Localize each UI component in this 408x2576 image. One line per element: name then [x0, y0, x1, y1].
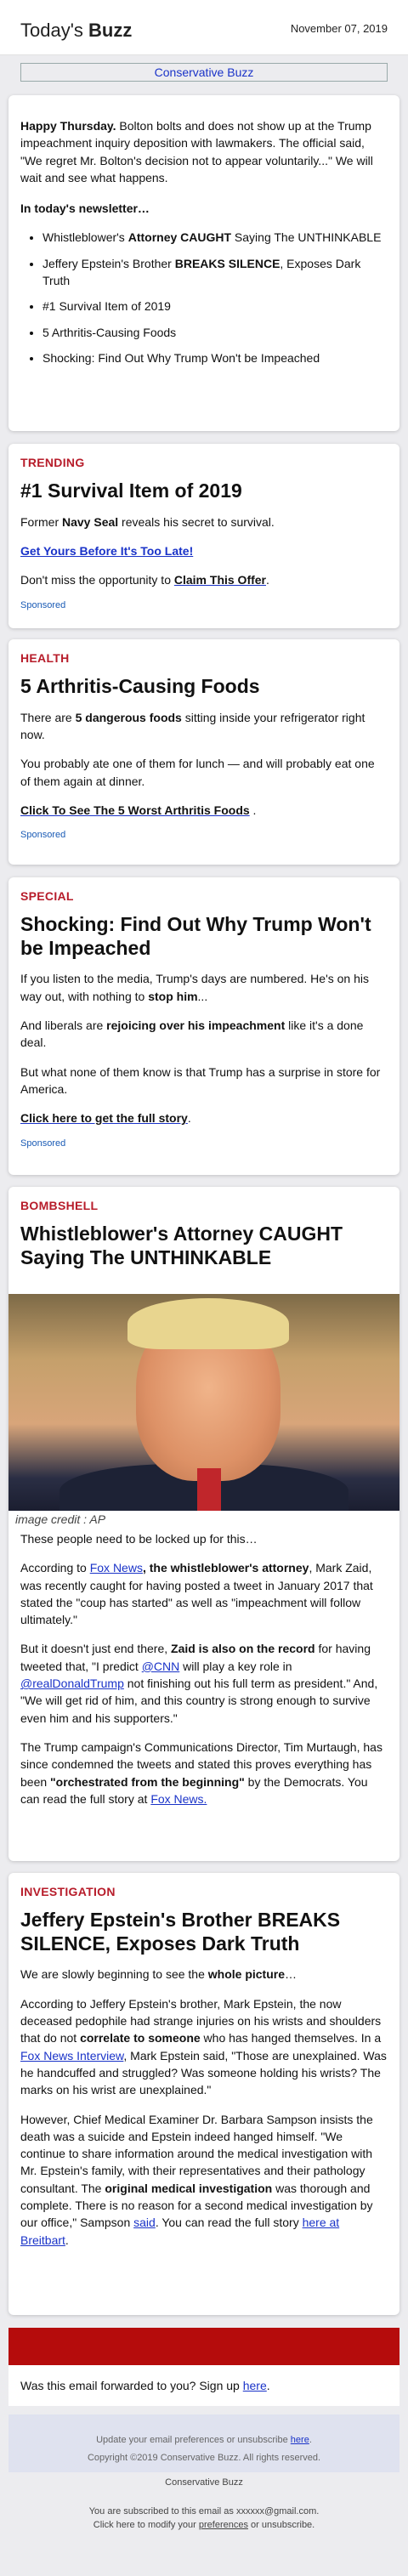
- sponsored-label: Sponsored: [20, 1138, 66, 1149]
- newsletter-list: Whistleblower's Attorney CAUGHT Saying T…: [20, 229, 388, 366]
- trending-paragraph: Former Navy Seal reveals his secret to s…: [20, 514, 275, 529]
- sponsored-label: Sponsored: [20, 830, 66, 841]
- trending-card: TRENDING #1 Survival Item of 2019 Former…: [8, 444, 400, 628]
- section-kicker: INVESTIGATION: [20, 1885, 116, 1898]
- bombshell-paragraph-1: According to Fox News, the whistleblower…: [20, 1561, 373, 1627]
- section-title: Shocking: Find Out Why Trump Won't be Im…: [20, 913, 371, 959]
- health-paragraph: There are 5 dangerous foods sitting insi…: [20, 710, 366, 742]
- list-item: Whistleblower's Attorney CAUGHT Saying T…: [42, 229, 388, 246]
- claim-offer-link[interactable]: Claim This Offer: [174, 573, 266, 587]
- health-card: HEALTH 5 Arthritis-Causing Foods There a…: [8, 639, 400, 865]
- issue-date: November 07, 2019: [290, 22, 388, 35]
- investigation-card: INVESTIGATION Jeffery Epstein's Brother …: [8, 1873, 400, 2315]
- greeting: Happy Thursday.: [20, 119, 116, 133]
- special-paragraph: If you listen to the media, Trump's days…: [20, 972, 369, 1003]
- list-item: 5 Arthritis-Causing Foods: [42, 324, 388, 341]
- special-paragraph-3: But what none of them know is that Trump…: [20, 1064, 381, 1096]
- bombshell-paragraph-3: The Trump campaign's Communications Dire…: [20, 1739, 382, 1806]
- realdonaldtrump-link[interactable]: @realDonaldTrump: [20, 1677, 124, 1690]
- list-item: #1 Survival Item of 2019: [42, 298, 388, 315]
- footer-box: Update your email preferences or unsubsc…: [8, 2414, 400, 2472]
- section-title: #1 Survival Item of 2019: [20, 479, 242, 502]
- copyright: Copyright ©2019 Conservative Buzz. All r…: [87, 2452, 321, 2463]
- forwarded-note: Was this email forwarded to you? Sign up…: [8, 2365, 400, 2406]
- list-item: Shocking: Find Out Why Trump Won't be Im…: [42, 349, 388, 366]
- trending-offer: Don't miss the opportunity to Claim This…: [20, 573, 269, 587]
- fox-news-link-2[interactable]: Fox News.: [150, 1792, 207, 1806]
- banner-image[interactable]: Conservative Buzz: [20, 63, 388, 82]
- divider-band: [8, 2328, 400, 2365]
- intro-card: Happy Thursday. Bolton bolts and does no…: [8, 95, 400, 431]
- investigation-paragraph-1: We are slowly beginning to see the whole…: [20, 1967, 297, 1982]
- special-card: SPECIAL Shocking: Find Out Why Trump Won…: [8, 877, 400, 1175]
- bombshell-paragraph-2: But it doesn't just end there, Zaid is a…: [20, 1642, 378, 1725]
- list-item: Jeffery Epstein's Brother BREAKS SILENCE…: [42, 255, 388, 290]
- investigation-paragraph-2: According to Jeffery Epstein's brother, …: [20, 1996, 387, 2097]
- fox-news-link[interactable]: Fox News: [90, 1561, 143, 1575]
- said-link[interactable]: said: [133, 2216, 156, 2229]
- section-title: Jeffery Epstein's Brother BREAKS SILENCE…: [20, 1909, 341, 1955]
- brand-logo[interactable]: Today's Buzz: [20, 17, 132, 44]
- subscribed-line: You are subscribed to this email as xxxx…: [88, 2506, 320, 2516]
- section-title: Whistleblower's Attorney CAUGHT Saying T…: [20, 1223, 343, 1268]
- preferences-line: Update your email preferences or unsubsc…: [96, 2435, 312, 2445]
- intro-paragraph: Happy Thursday. Bolton bolts and does no…: [20, 117, 388, 186]
- section-kicker: BOMBSHELL: [20, 1199, 99, 1212]
- signup-link[interactable]: here: [243, 2379, 267, 2392]
- special-paragraph-2: And liberals are rejoicing over his impe…: [20, 1018, 364, 1050]
- full-story-link[interactable]: Click here to get the full story: [20, 1111, 188, 1125]
- brand-name: Buzz: [88, 20, 133, 41]
- brand-prefix: Today's: [20, 20, 89, 41]
- cnn-link[interactable]: @CNN: [142, 1660, 180, 1673]
- bombshell-lead: These people need to be locked up for th…: [20, 1532, 258, 1546]
- modify-line: Click here to modify your preferences or…: [93, 2520, 315, 2530]
- section-kicker: SPECIAL: [20, 889, 74, 903]
- trending-cta-link[interactable]: Get Yours Before It's Too Late!: [20, 544, 193, 558]
- image-credit: image credit : AP: [12, 1511, 110, 1529]
- preferences-link[interactable]: preferences: [199, 2520, 248, 2530]
- newsletter-heading: In today's newsletter…: [20, 201, 150, 216]
- investigation-paragraph-3: However, Chief Medical Examiner Dr. Barb…: [20, 2112, 373, 2247]
- health-paragraph-2: You probably ate one of them for lunch —…: [20, 757, 375, 788]
- footer-brand: Conservative Buzz: [165, 2477, 243, 2488]
- section-title: 5 Arthritis-Causing Foods: [20, 675, 260, 698]
- sponsored-label: Sponsored: [20, 599, 66, 610]
- email-header: Today's Buzz November 07, 2019: [0, 0, 408, 55]
- unsubscribe-link[interactable]: here: [291, 2435, 309, 2445]
- trump-photo: [8, 1294, 400, 1511]
- section-kicker: TRENDING: [20, 456, 85, 469]
- arthritis-foods-link[interactable]: Click To See The 5 Worst Arthritis Foods: [20, 803, 250, 817]
- fox-news-interview-link[interactable]: Fox News Interview: [20, 2049, 123, 2063]
- section-kicker: HEALTH: [20, 651, 70, 665]
